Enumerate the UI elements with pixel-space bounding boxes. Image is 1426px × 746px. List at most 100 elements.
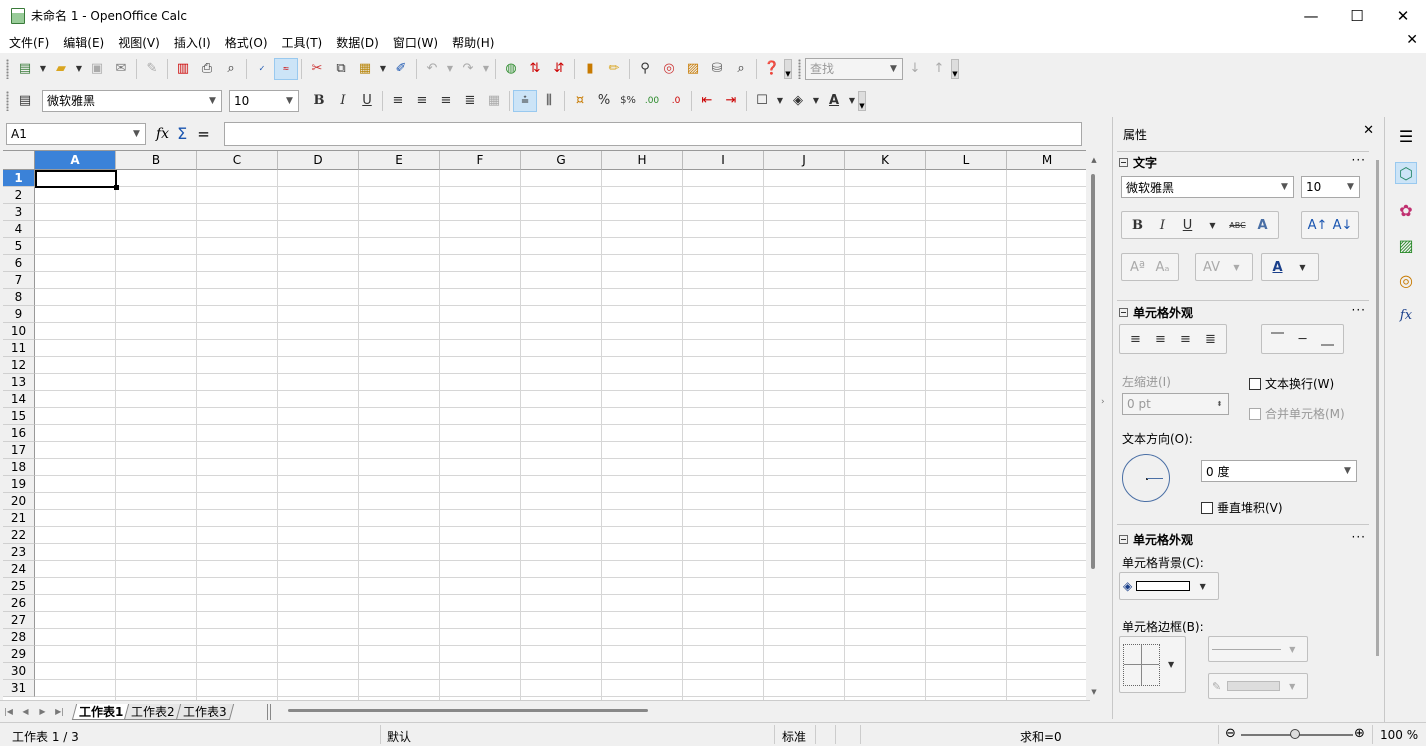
scroll-down-icon[interactable]: ▼ [1088, 688, 1100, 700]
autospellcheck-icon[interactable]: ≈ [274, 57, 298, 80]
find-previous-icon[interactable]: ↑ [927, 58, 951, 80]
merge-cells-icon[interactable]: ▦ [482, 90, 506, 112]
justify-icon[interactable]: ≣ [458, 90, 482, 112]
shadow-icon[interactable]: A [1250, 214, 1275, 236]
row-header-4[interactable]: 4 [3, 221, 35, 238]
toolbar-overflow-icon[interactable]: ▼ [858, 90, 866, 111]
increase-font-icon[interactable]: A↑ [1305, 214, 1330, 236]
insert-chart-icon[interactable]: ▮ [578, 58, 602, 80]
collapse-icon[interactable] [1119, 535, 1128, 544]
row-header-25[interactable]: 25 [3, 578, 35, 595]
font-color-dropdown-icon[interactable]: ▼ [1290, 256, 1315, 278]
align-right-icon[interactable]: ≡ [434, 90, 458, 112]
row-header-28[interactable]: 28 [3, 629, 35, 646]
vertical-scrollbar[interactable]: ▲ ▼ [1088, 150, 1100, 700]
paste-icon[interactable]: ▦ [353, 58, 377, 80]
sort-ascending-icon[interactable]: ⇅ [523, 58, 547, 80]
row-header-31[interactable]: 31 [3, 680, 35, 697]
properties-tab-icon[interactable]: ⬡ [1395, 162, 1417, 184]
font-color-icon[interactable]: A [822, 90, 846, 112]
menu-format[interactable]: 格式(O) [218, 34, 275, 51]
print-icon[interactable]: ⎙ [195, 58, 219, 80]
chevron-down-icon[interactable]: ▼ [1342, 177, 1359, 197]
first-sheet-icon[interactable]: |◀ [0, 707, 17, 716]
currency-icon[interactable]: ¤ [568, 90, 592, 112]
spreadsheet-grid[interactable]: ABCDEFGHIJKLM 1 2 3 4 5 6 7 8 9 10 11 12 13 14 15 16 17 1… [3, 150, 1086, 700]
sidebar-align-left-icon[interactable]: ≡ [1123, 328, 1148, 350]
gallery-tab-icon[interactable]: ▨ [1395, 234, 1417, 256]
toolbar-grip[interactable] [798, 58, 801, 79]
styles-formatting-icon[interactable]: ▤ [13, 90, 37, 112]
function-wizard-icon[interactable]: fx [156, 126, 169, 142]
orientation-dial[interactable] [1122, 454, 1170, 502]
find-input[interactable]: 查找 ▼ [805, 57, 903, 80]
row-header-27[interactable]: 27 [3, 612, 35, 629]
font-name-select[interactable]: 微软雅黑 ▼ [42, 89, 222, 112]
export-pdf-icon[interactable]: ▥ [171, 58, 195, 80]
spellcheck-icon[interactable]: ✓ [250, 58, 274, 80]
menu-file[interactable]: 文件(F) [2, 34, 56, 51]
zoom-out-icon[interactable]: ⊖ [1225, 726, 1236, 741]
checkbox-box[interactable] [1201, 501, 1213, 514]
increase-indent-icon[interactable]: ⇥ [719, 90, 743, 112]
minimize-button[interactable]: — [1288, 0, 1334, 31]
decrease-font-icon[interactable]: A↓ [1330, 214, 1355, 236]
sidebar-justify-icon[interactable]: ≣ [1198, 328, 1223, 350]
line-style-picker[interactable]: ▼ [1208, 636, 1308, 662]
menu-tools[interactable]: 工具(T) [275, 34, 330, 51]
text-section-header[interactable]: 文字 [1119, 154, 1157, 171]
decrease-indent-icon[interactable]: ⇤ [695, 90, 719, 112]
column-header-d[interactable]: D [278, 151, 359, 170]
background-color-picker[interactable]: ◈ ▼ [1119, 572, 1220, 600]
sidebar-italic-icon[interactable]: I [1150, 214, 1175, 236]
clone-formatting-icon[interactable]: ✐ [389, 58, 413, 80]
zoom-slider-knob[interactable] [1290, 729, 1300, 739]
chevron-down-icon[interactable]: ▼ [281, 91, 298, 111]
redo-dropdown-icon[interactable]: ▼ [480, 58, 492, 80]
sidebar-align-bottom-icon[interactable]: ⎽ [1315, 328, 1340, 350]
horizontal-scroll-thumb[interactable] [288, 709, 648, 712]
cut-icon[interactable]: ✂ [305, 58, 329, 80]
chevron-down-icon[interactable]: ▼ [1339, 461, 1356, 481]
merge-cells-checkbox[interactable]: 合并单元格(M) [1249, 405, 1345, 422]
edit-file-icon[interactable]: ✎ [140, 58, 164, 80]
column-header-m[interactable]: M [1007, 151, 1086, 170]
sum-icon[interactable]: Σ [177, 124, 187, 143]
next-sheet-icon[interactable]: ▶ [34, 707, 51, 716]
toolbar-grip[interactable] [6, 90, 9, 111]
strikethrough-icon[interactable]: ABC [1225, 214, 1250, 236]
column-header-g[interactable]: G [521, 151, 602, 170]
row-header-14[interactable]: 14 [3, 391, 35, 408]
gallery-icon[interactable]: ▨ [681, 58, 705, 80]
align-center-icon[interactable]: ≡ [410, 90, 434, 112]
maximize-button[interactable]: ☐ [1334, 0, 1380, 31]
sheet-tab-1[interactable]: 工作表1 [71, 703, 131, 720]
tab-splitter[interactable] [267, 704, 271, 720]
panel-scrollbar[interactable] [1376, 160, 1379, 656]
column-header-c[interactable]: C [197, 151, 278, 170]
chevron-down-icon[interactable]: ▼ [1276, 177, 1293, 197]
percent-icon[interactable]: % [592, 90, 616, 112]
close-document-button[interactable]: ✕ [1406, 32, 1418, 48]
function-icon[interactable]: = [197, 125, 210, 143]
help-icon[interactable]: ❓ [760, 58, 784, 80]
row-header-10[interactable]: 10 [3, 323, 35, 340]
functions-tab-icon[interactable]: fx [1395, 304, 1417, 326]
chevron-down-icon[interactable]: ▼ [1281, 638, 1304, 660]
standard-number-icon[interactable]: $% [616, 90, 640, 112]
cell-appearance-section-header[interactable]: 单元格外观 [1119, 531, 1193, 548]
text-more-options[interactable]: ··· [1352, 153, 1366, 167]
redo-icon[interactable]: ↷ [456, 58, 480, 80]
row-header-13[interactable]: 13 [3, 374, 35, 391]
column-header-i[interactable]: I [683, 151, 764, 170]
border-style-picker[interactable]: ▼ [1119, 636, 1186, 693]
add-decimal-icon[interactable]: .00 [640, 90, 664, 112]
menu-window[interactable]: 窗口(W) [386, 34, 445, 51]
chevron-down-icon[interactable]: ▼ [1190, 575, 1215, 597]
row-header-12[interactable]: 12 [3, 357, 35, 374]
vertical-scroll-thumb[interactable] [1091, 174, 1095, 569]
navigator-icon[interactable]: ◎ [657, 58, 681, 80]
row-header-22[interactable]: 22 [3, 527, 35, 544]
column-header-a[interactable]: A [35, 151, 116, 170]
row-header-26[interactable]: 26 [3, 595, 35, 612]
